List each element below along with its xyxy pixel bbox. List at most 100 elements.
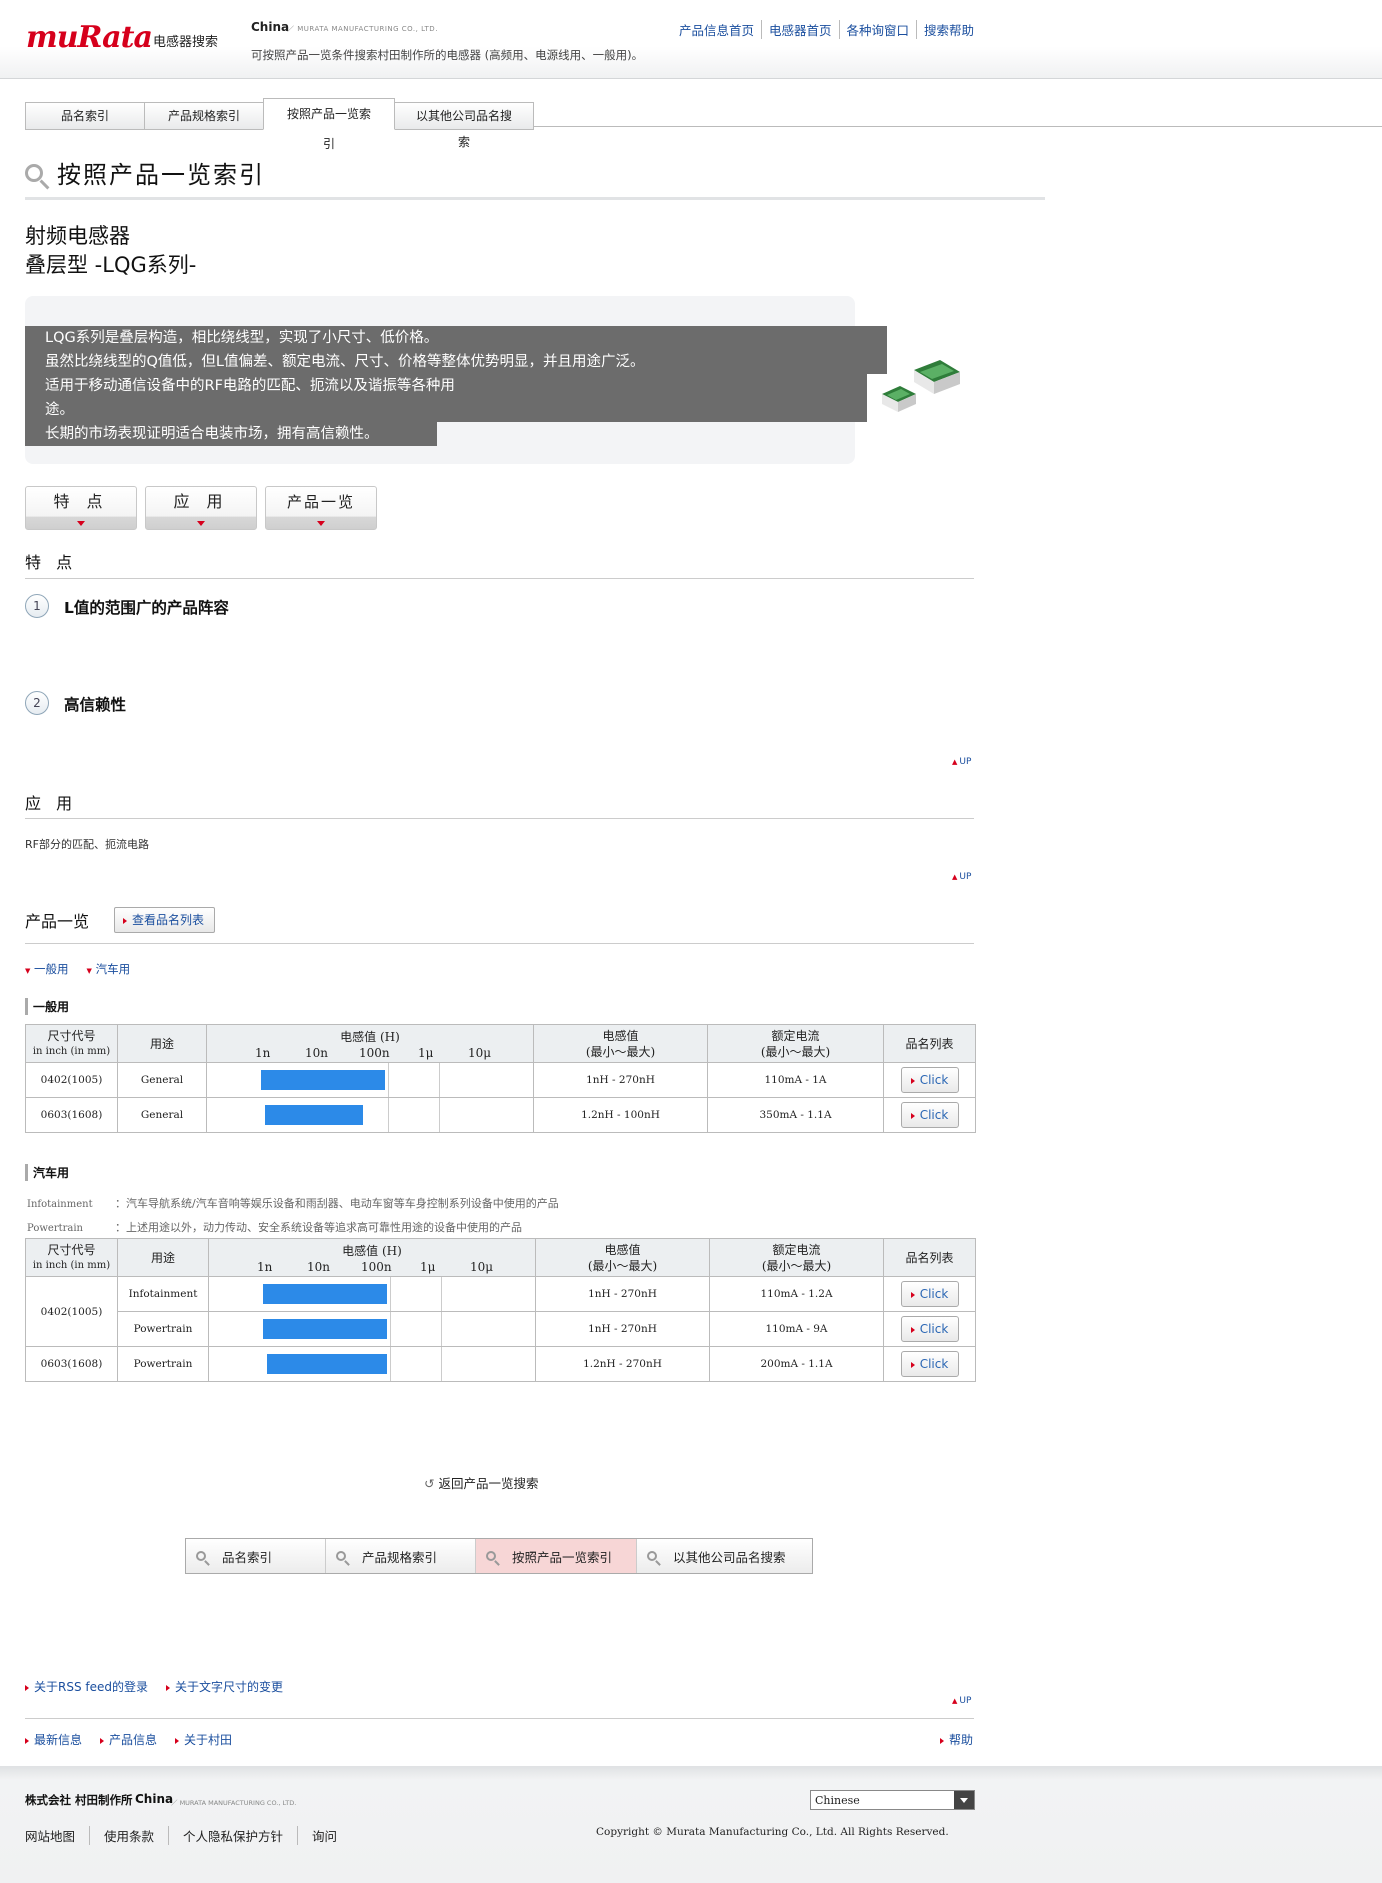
features-divider (25, 578, 974, 579)
back-to-search-link[interactable]: ↺ 返回产品一览搜索 (424, 1473, 538, 1492)
col-size: 尺寸代号 in inch (in mm) (25, 1238, 118, 1277)
contact-link[interactable]: 询问 (298, 1826, 337, 1845)
part-list-cell: Click (883, 1311, 976, 1347)
bottom-tab-cross-reference[interactable]: 以其他公司品名搜索 (637, 1539, 812, 1573)
description-text: LQG系列是叠层构造，相比绕线型，实现了小尺寸、低价格。 虽然比绕线型的Q值低，… (25, 326, 887, 446)
filter-automotive-link[interactable]: ▼ 汽车用 (87, 961, 131, 977)
up-arrow-icon: ▲ (952, 758, 958, 766)
inductance-bar-cell (208, 1346, 536, 1382)
click-button[interactable]: Click (900, 1281, 959, 1307)
latest-news-link[interactable]: 最新信息 (25, 1731, 82, 1748)
part-list-cell: Click (883, 1276, 976, 1312)
filter-general-link[interactable]: ▼ 一般用 (25, 961, 69, 977)
col-part-list: 品名列表 (883, 1024, 976, 1063)
applications-jump-button[interactable]: 应 用 (145, 486, 257, 530)
tab-cross-reference[interactable]: 以其他公司品名搜索 (394, 102, 534, 149)
inductance-range-cell: 1.2nH - 100nH (533, 1097, 708, 1133)
language-select[interactable]: Chinese (810, 1790, 975, 1810)
terms-link[interactable]: 使用条款 (90, 1826, 170, 1845)
inductance-scale: 1n 10n 100n 1μ 10μ (209, 1259, 535, 1274)
current-cell: 200mA - 1.1A (709, 1346, 884, 1382)
col-inductance-range: 电感值 (最小～最大) (533, 1024, 708, 1063)
category-title: 射频电感器 叠层型 -LQG系列- (25, 222, 196, 280)
click-button[interactable]: Click (900, 1351, 959, 1377)
use-cell: Powertrain (117, 1346, 209, 1382)
inductance-bar-cell (206, 1097, 534, 1133)
click-button[interactable]: Click (900, 1102, 959, 1128)
col-use: 用途 (117, 1238, 209, 1277)
up-link[interactable]: ▲ UP (952, 757, 971, 767)
inductance-range-bar (265, 1105, 363, 1125)
nav-inductor-home[interactable]: 电感器首页 (761, 20, 839, 39)
scale-tick: 1n (257, 1259, 273, 1274)
feature-number-badge: 1 (25, 594, 49, 618)
header-nav: 产品信息首页 电感器首页 各种询窗口 搜索帮助 (679, 20, 981, 39)
down-arrow-icon (317, 521, 325, 526)
product-list-jump-button[interactable]: 产品一览 (265, 486, 377, 530)
footer-region: China (135, 1792, 174, 1806)
search-icon (647, 1551, 657, 1561)
click-button[interactable]: Click (900, 1316, 959, 1342)
description-line: 适用于移动通信设备中的RF电路的匹配、扼流以及谐振等各种用途。 (25, 374, 867, 422)
privacy-link[interactable]: 个人隐私保护方针 (169, 1826, 299, 1845)
inductance-range-cell: 1nH - 270nH (535, 1276, 710, 1312)
rss-feed-link[interactable]: 关于RSS feed的登录 (25, 1678, 148, 1695)
col-rated-current: 额定电流 (最小～最大) (709, 1238, 884, 1277)
table-row: 0603(1608) Powertrain 1.2nH - 270nH 200m… (25, 1346, 976, 1382)
bottom-tab-product-list[interactable]: 按照产品一览索引 (476, 1539, 637, 1573)
size-cell: 0402(1005) (25, 1276, 118, 1347)
page-title: 按照产品一览索引 (57, 161, 265, 189)
nav-search-help[interactable]: 搜索帮助 (916, 20, 981, 39)
tab-part-number[interactable]: 品名索引 (25, 102, 145, 130)
nav-inquiry[interactable]: 各种询窗口 (838, 20, 917, 39)
view-part-list-button[interactable]: 查看品名列表 (114, 907, 216, 933)
grid-line (390, 1312, 391, 1346)
click-button[interactable]: Click (900, 1067, 959, 1093)
description-line: LQG系列是叠层构造，相比绕线型，实现了小尺寸、低价格。 (25, 326, 887, 350)
company-name: 株式会社 村田制作所 (25, 1793, 133, 1807)
tab-product-list[interactable]: 按照产品一览索引 (263, 98, 395, 151)
return-icon: ↺ (424, 1476, 435, 1491)
bottom-tab-spec-search[interactable]: 产品规格索引 (326, 1539, 476, 1573)
inductance-range-cell: 1nH - 270nH (535, 1311, 710, 1347)
scale-tick: 10n (305, 1045, 328, 1060)
table-row: 0402(1005) Infotainment 1nH - 270nH 110m… (25, 1276, 976, 1347)
feature-title: L值的范围广的产品阵容 (64, 599, 229, 617)
features-heading: 特 点 (25, 553, 78, 572)
down-arrow-icon (197, 521, 205, 526)
col-part-list: 品名列表 (883, 1238, 976, 1277)
bottom-tab-part-number[interactable]: 品名索引 (186, 1539, 326, 1573)
category-line2: 叠层型 -LQG系列- (25, 253, 197, 277)
up-arrow-icon: ▲ (952, 1697, 958, 1705)
grid-line (390, 1347, 391, 1381)
up-arrow-icon: ▲ (952, 873, 958, 881)
part-list-cell: Click (883, 1062, 976, 1098)
nav-product-info-home[interactable]: 产品信息首页 (679, 20, 761, 39)
tab-spec-search[interactable]: 产品规格索引 (144, 102, 264, 130)
bottom-search-nav: 品名索引 产品规格索引 按照产品一览索引 以其他公司品名搜索 (185, 1538, 813, 1574)
help-link[interactable]: 帮助 (940, 1731, 973, 1748)
general-heading: 一般用 (25, 998, 69, 1015)
use-cell: Infotainment (117, 1276, 209, 1312)
up-link[interactable]: ▲ UP (952, 1696, 971, 1706)
inductance-range-cell: 1.2nH - 270nH (535, 1346, 710, 1382)
search-icon (336, 1551, 346, 1561)
murata-logo[interactable]: muRata (26, 20, 153, 55)
inductance-range-bar (261, 1070, 385, 1090)
footer-region-sub: ／ MURATA MANUFACTURING CO., LTD. (171, 1799, 297, 1807)
search-tabs: 品名索引 产品规格索引 按照产品一览索引 以其他公司品名搜索 (25, 98, 534, 151)
applications-text: RF部分的匹配、扼流电路 (25, 838, 149, 851)
inductance-bar-cell (206, 1062, 534, 1098)
part-list-cell: Click (883, 1097, 976, 1133)
grid-line (439, 1098, 440, 1132)
inductance-range-bar (263, 1319, 387, 1339)
down-arrow-icon (77, 521, 85, 526)
inductor-chip-image (882, 360, 960, 412)
col-rated-current: 额定电流 (最小～最大) (707, 1024, 884, 1063)
features-jump-button[interactable]: 特 点 (25, 486, 137, 530)
sitemap-link[interactable]: 网站地图 (25, 1826, 91, 1845)
about-murata-link[interactable]: 关于村田 (175, 1731, 232, 1748)
product-info-link[interactable]: 产品信息 (100, 1731, 157, 1748)
up-link[interactable]: ▲ UP (952, 872, 971, 882)
font-size-link[interactable]: 关于文字尺寸的变更 (166, 1678, 283, 1695)
